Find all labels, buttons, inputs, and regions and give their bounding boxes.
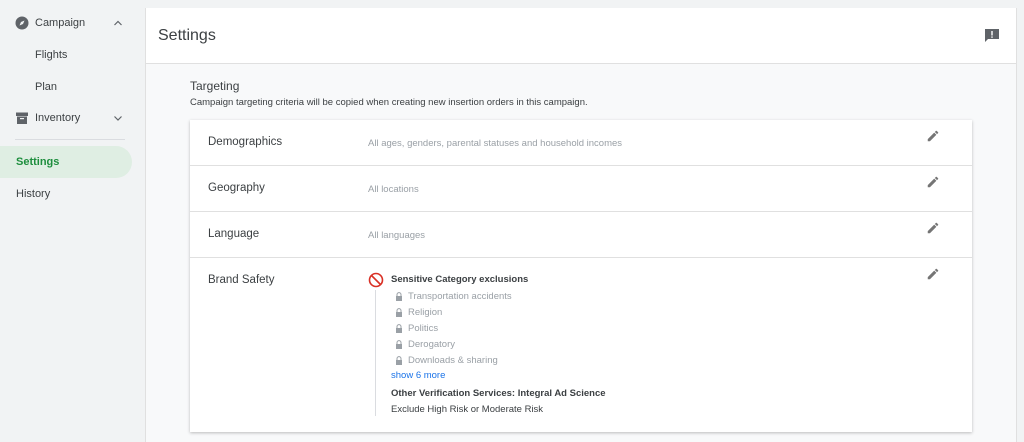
- nav-campaign[interactable]: Campaign: [0, 7, 140, 39]
- block-icon: [368, 272, 384, 288]
- targeting-row-language: Language All languages: [190, 212, 972, 258]
- edit-pencil-icon[interactable]: [926, 267, 940, 281]
- edit-pencil-icon[interactable]: [926, 175, 940, 189]
- lock-icon: [396, 308, 402, 317]
- row-value: All locations: [368, 184, 419, 195]
- exclusion-item: Downloads & sharing: [395, 355, 498, 366]
- nav-flights[interactable]: Flights: [0, 39, 140, 71]
- chevron-down-icon[interactable]: [113, 113, 123, 123]
- nav-settings[interactable]: Settings: [0, 146, 132, 178]
- exclusion-label: Transportation accidents: [408, 291, 512, 302]
- lock-icon: [396, 356, 402, 365]
- page-header: Settings: [146, 8, 1016, 64]
- nav-settings-label: Settings: [16, 156, 60, 168]
- targeting-row-geography: Geography All locations: [190, 166, 972, 212]
- targeting-title: Targeting: [190, 79, 240, 93]
- exclusion-item: Politics: [395, 323, 438, 334]
- main-panel: Settings Targeting Campaign targeting cr…: [145, 8, 1017, 442]
- sidebar: Campaign Flights Plan Inventory Settings…: [0, 0, 140, 442]
- nav-inventory[interactable]: Inventory: [0, 102, 140, 134]
- targeting-row-brand-safety: Brand Safety Sensitive Category exclusio…: [190, 258, 972, 432]
- nav-history[interactable]: History: [0, 178, 140, 210]
- row-label: Language: [208, 228, 260, 240]
- edit-pencil-icon[interactable]: [926, 129, 940, 143]
- row-value: All languages: [368, 230, 426, 241]
- nav-inventory-label: Inventory: [35, 112, 81, 124]
- nav-campaign-label: Campaign: [35, 17, 86, 29]
- exclusion-item: Religion: [395, 307, 442, 318]
- row-label: Brand Safety: [208, 274, 275, 286]
- chevron-up-icon[interactable]: [113, 18, 123, 28]
- lock-icon: [396, 340, 402, 349]
- nav-plan-label: Plan: [35, 81, 58, 93]
- exclusions-guide-line: [375, 290, 376, 416]
- sensitive-category-title: Sensitive Category exclusions: [391, 274, 529, 285]
- nav-plan[interactable]: Plan: [0, 71, 140, 103]
- exclusion-item: Derogatory: [395, 339, 455, 350]
- lock-icon: [396, 292, 402, 301]
- exclusion-label: Politics: [408, 323, 439, 334]
- nav-flights-label: Flights: [35, 49, 68, 61]
- inventory-box-icon: [16, 112, 28, 124]
- targeting-card: Demographics All ages, genders, parental…: [190, 120, 972, 432]
- show-more-link[interactable]: show 6 more: [391, 370, 445, 381]
- other-verification-title: Other Verification Services: Integral Ad…: [391, 388, 606, 399]
- page-title: Settings: [158, 27, 216, 44]
- feedback-icon[interactable]: [984, 28, 1000, 43]
- exclusion-label: Downloads & sharing: [408, 355, 498, 366]
- targeting-row-demographics: Demographics All ages, genders, parental…: [190, 120, 972, 166]
- edit-pencil-icon[interactable]: [926, 221, 940, 235]
- lock-icon: [396, 324, 402, 333]
- exclusion-label: Religion: [408, 307, 443, 318]
- row-value: All ages, genders, parental statuses and…: [368, 138, 623, 149]
- row-label: Geography: [208, 182, 265, 194]
- sidebar-divider: [15, 139, 125, 140]
- nav-history-label: History: [16, 188, 51, 200]
- compass-icon: [15, 16, 29, 30]
- exclusion-label: Derogatory: [408, 339, 455, 350]
- other-verification-description: Exclude High Risk or Moderate Risk: [391, 404, 544, 415]
- row-label: Demographics: [208, 136, 283, 148]
- targeting-description: Campaign targeting criteria will be copi…: [190, 97, 588, 108]
- exclusion-item: Transportation accidents: [395, 291, 512, 302]
